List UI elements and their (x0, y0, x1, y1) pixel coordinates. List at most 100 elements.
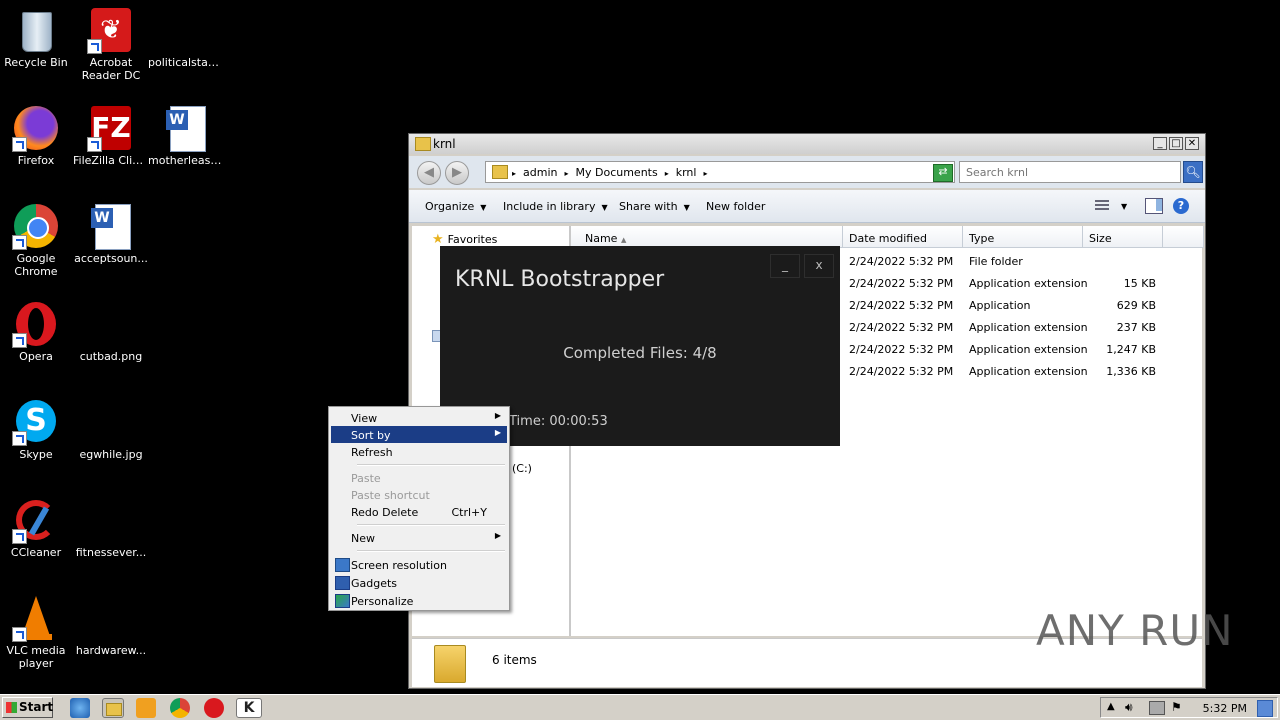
krnl-title: KRNL Bootstrapper (455, 267, 665, 292)
menu-item-personalize[interactable]: Personalize (331, 592, 507, 609)
volume-icon[interactable]: 🔊︎ (1125, 700, 1133, 715)
desktop-icon-filezilla[interactable]: FZ FileZilla Client (73, 104, 149, 167)
desktop-icon-ccleaner[interactable]: CCleaner (0, 496, 74, 559)
row-date: 2/24/2022 5:32 PM (849, 299, 954, 312)
nav-favorites[interactable]: ★ Favorites (432, 232, 497, 247)
desktop-icon-opera[interactable]: Opera (0, 300, 74, 363)
krnl-minimize-button[interactable]: _ (770, 254, 800, 278)
chevron-right-icon: ▶ (494, 428, 501, 437)
monitor-icon (335, 558, 350, 572)
menu-item-label: Paste (351, 472, 381, 485)
row-size: 15 KB (1123, 277, 1156, 290)
chrome-icon (12, 202, 60, 250)
flag-icon[interactable]: ⚑ (1171, 700, 1182, 714)
new-folder-label: New folder (706, 200, 766, 213)
row-type: Application extension (969, 321, 1088, 334)
breadcrumb-item[interactable]: My Documents (576, 166, 658, 179)
desktop-icon-label-line2: player (18, 657, 54, 670)
column-header-type[interactable]: Type (963, 226, 1083, 248)
forward-button[interactable]: ▶ (445, 161, 469, 185)
star-icon: ★ (432, 232, 444, 247)
column-header-date[interactable]: Date modified (843, 226, 963, 248)
krnl-close-button[interactable]: x (804, 254, 834, 278)
maximize-button[interactable]: □ (1169, 137, 1183, 150)
network-icon[interactable] (1149, 701, 1165, 715)
desktop-icon-hardwarew[interactable]: hardwarew... (73, 594, 149, 657)
menu-item-refresh[interactable]: Refresh (331, 443, 507, 460)
media-player-icon[interactable] (136, 698, 156, 718)
include-in-library-menu[interactable]: Include in library ▼ (503, 200, 608, 213)
refresh-icon[interactable]: ⇄ (933, 164, 953, 182)
menu-item-label: New (351, 532, 375, 545)
include-label: Include in library (503, 200, 596, 213)
opera-icon[interactable] (204, 698, 224, 718)
help-icon[interactable]: ? (1173, 198, 1189, 214)
breadcrumb: ▸ admin ▸ My Documents ▸ krnl ▸ (512, 166, 708, 179)
row-date: 2/24/2022 5:32 PM (849, 365, 954, 378)
explorer-taskbar-icon[interactable] (102, 698, 124, 718)
desktop-icon-firefox[interactable]: Firefox (0, 104, 74, 167)
desktop-icon-label: CCleaner (10, 546, 62, 559)
menu-item-sort-by[interactable]: Sort by ▶ (331, 426, 507, 443)
nav-drive-c[interactable]: (C:) (512, 462, 532, 475)
desktop-icon-fitnessever[interactable]: fitnessever... (73, 496, 149, 559)
chevron-down-icon[interactable]: ▼ (1121, 202, 1127, 211)
desktop-icon-vlc[interactable]: VLC media player (0, 594, 74, 670)
row-type: Application extension (969, 365, 1088, 378)
desktop-icon-egwhile[interactable]: egwhile.jpg (73, 398, 149, 461)
recycle-bin-icon (12, 6, 60, 54)
close-button[interactable]: ✕ (1185, 137, 1199, 150)
menu-item-label: Paste shortcut (351, 489, 430, 502)
share-label: Share with (619, 200, 678, 213)
menu-item-shortcut: Ctrl+Y (451, 506, 487, 519)
breadcrumb-item[interactable]: admin (523, 166, 557, 179)
desktop-icon-label: Recycle Bin (4, 56, 68, 69)
menu-item-redo-delete[interactable]: Redo Delete Ctrl+Y (331, 503, 507, 520)
menu-item-new[interactable]: New ▶ (331, 529, 507, 546)
share-with-menu[interactable]: Share with ▼ (619, 200, 690, 213)
row-date: 2/24/2022 5:32 PM (849, 277, 954, 290)
desktop-icon-label: Opera (19, 350, 53, 363)
organize-menu[interactable]: Organize ▼ (425, 200, 486, 213)
view-options-icon[interactable] (1095, 198, 1111, 212)
drive-label: (C:) (512, 462, 532, 475)
explorer-titlebar[interactable]: krnl _ □ ✕ (409, 134, 1205, 154)
desktop-icon-cutbad[interactable]: cutbad.png (73, 300, 149, 363)
search-field[interactable] (959, 161, 1181, 183)
column-header-name[interactable]: Name ▲ (571, 226, 843, 248)
desktop-icon-recycle-bin[interactable]: Recycle Bin (0, 6, 74, 69)
breadcrumb-item[interactable]: krnl (676, 166, 697, 179)
search-input[interactable] (960, 162, 1168, 182)
krnl-taskbar-icon[interactable]: K (236, 698, 262, 718)
desktop-icon-acceptsoun[interactable]: W acceptsoun... (73, 202, 149, 265)
internet-explorer-icon[interactable] (70, 698, 90, 718)
chevron-up-icon[interactable]: ▲ (1107, 701, 1115, 712)
menu-item-view[interactable]: View ▶ (331, 409, 507, 426)
back-button[interactable]: ◀ (417, 161, 441, 185)
desktop-icon-acrobat[interactable]: ❦ Acrobat Reader DC (73, 6, 149, 82)
item-count: 6 items (492, 653, 537, 667)
folder-icon (415, 137, 431, 151)
chevron-right-icon: ▶ (494, 531, 501, 540)
minimize-button[interactable]: _ (1153, 137, 1167, 150)
show-desktop-button[interactable] (1257, 700, 1273, 717)
desktop-icon-chrome[interactable]: Google Chrome (0, 202, 74, 278)
address-bar[interactable]: ▸ admin ▸ My Documents ▸ krnl ▸ ▼ (485, 161, 955, 183)
desktop-icon-motherleast[interactable]: W motherleast... (148, 104, 224, 167)
column-header-size[interactable]: Size (1083, 226, 1163, 248)
chrome-icon[interactable] (170, 698, 190, 718)
row-date: 2/24/2022 5:32 PM (849, 321, 954, 334)
firefox-icon (12, 104, 60, 152)
menu-item-gadgets[interactable]: Gadgets (331, 574, 507, 591)
desktop-icon-label: politicalstan... (148, 56, 224, 69)
menu-separator (357, 464, 505, 466)
column-date-label: Date modified (849, 232, 927, 245)
search-icon[interactable]: 🔍︎ (1183, 161, 1203, 183)
desktop-icon-politicalstan[interactable]: politicalstan... (148, 6, 224, 69)
new-folder-button[interactable]: New folder (706, 200, 765, 213)
clock[interactable]: 5:32 PM (1203, 702, 1247, 715)
preview-pane-icon[interactable] (1145, 198, 1163, 214)
desktop-icon-skype[interactable]: S Skype (0, 398, 74, 461)
menu-item-screen-resolution[interactable]: Screen resolution (331, 556, 507, 573)
start-button[interactable]: Start (2, 697, 53, 718)
